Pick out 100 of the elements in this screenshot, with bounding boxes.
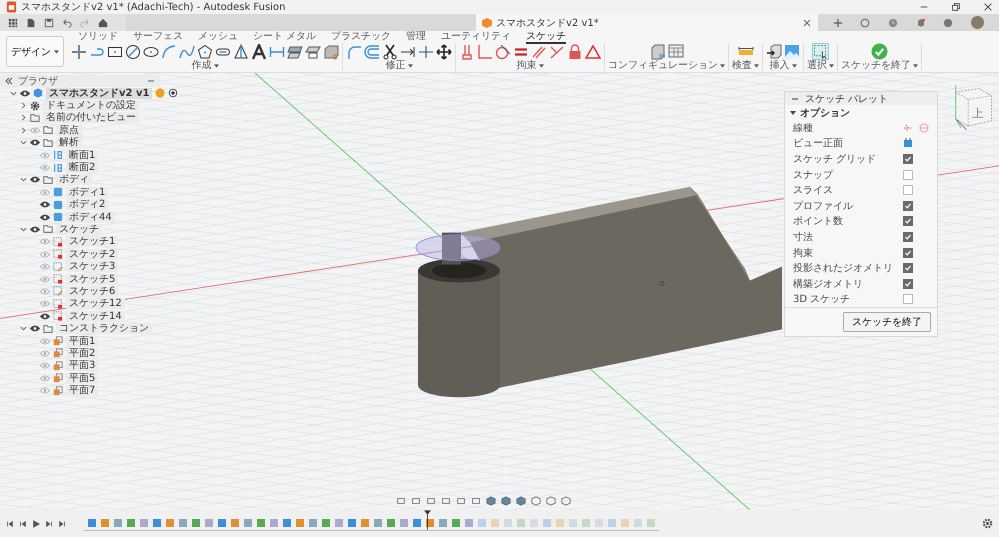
- toolbar-tab[interactable]: ソリッド: [78, 30, 118, 44]
- group-menu-button[interactable]: 修正: [386, 60, 412, 71]
- checkbox[interactable]: [903, 263, 913, 274]
- tree-item-label[interactable]: コンストラクション: [56, 323, 152, 334]
- group-menu-button[interactable]: 検査: [732, 60, 759, 71]
- box-icon[interactable]: [323, 44, 339, 60]
- pentagon-icon[interactable]: [197, 44, 213, 60]
- close-icon[interactable]: [802, 18, 812, 28]
- plane-icon[interactable]: [305, 44, 321, 60]
- document-tab-title[interactable]: スマホスタンドv2 v1*: [496, 16, 599, 30]
- grid-menu-icon[interactable]: [8, 18, 18, 28]
- box-arrow-icon[interactable]: [766, 44, 782, 60]
- chevron-right-icon[interactable]: [20, 114, 27, 122]
- eye-icon[interactable]: [40, 214, 50, 221]
- home-icon[interactable]: [98, 18, 108, 28]
- tree-item-label[interactable]: スケッチ14: [66, 310, 125, 322]
- group-menu-button[interactable]: 選択: [807, 60, 834, 71]
- toolbar-tab[interactable]: 管理: [406, 30, 426, 44]
- scissors-icon[interactable]: [382, 44, 398, 60]
- tree-item-label[interactable]: 断面2: [66, 162, 98, 174]
- plane-icon[interactable]: [287, 44, 303, 60]
- plus-icon[interactable]: [832, 18, 843, 28]
- chevron-down-icon[interactable]: [20, 226, 27, 233]
- file-icon[interactable]: [26, 18, 36, 28]
- eye-icon[interactable]: [30, 226, 40, 233]
- playback-icon[interactable]: [19, 520, 27, 528]
- tree-item-label[interactable]: 平面3: [66, 360, 98, 372]
- eye-icon[interactable]: [40, 312, 50, 320]
- move-icon[interactable]: [436, 44, 452, 60]
- tree-item-label[interactable]: スケッチ5: [66, 274, 118, 285]
- table-icon[interactable]: [668, 44, 684, 60]
- eye-icon[interactable]: [30, 176, 40, 184]
- tree-item-label[interactable]: 名前の付いたビュー: [43, 112, 139, 124]
- eye-icon[interactable]: [40, 201, 50, 208]
- checkbox[interactable]: [903, 294, 913, 304]
- eye-icon[interactable]: [30, 139, 40, 146]
- chevron-down-icon[interactable]: [20, 325, 27, 332]
- box-icon[interactable]: [650, 44, 666, 60]
- chevron-down-icon[interactable]: [20, 176, 27, 184]
- tree-item-label[interactable]: ボディ2: [66, 199, 108, 210]
- tree-item-label[interactable]: 解析: [56, 137, 82, 148]
- tree-item-label[interactable]: 平面5: [66, 372, 98, 384]
- checkbox[interactable]: [903, 200, 913, 211]
- checkbox[interactable]: [903, 232, 913, 242]
- toolbar-tab[interactable]: スケッチ: [526, 30, 566, 44]
- chevron-down-icon[interactable]: [10, 90, 17, 97]
- group-menu-button[interactable]: 作成: [192, 60, 218, 71]
- playback-icon[interactable]: [45, 520, 53, 528]
- eye-icon[interactable]: [20, 90, 30, 97]
- toolbar-tab[interactable]: ユーティリティ: [441, 30, 512, 44]
- fillet-icon[interactable]: [346, 44, 362, 60]
- triangle-down-icon[interactable]: [790, 110, 796, 116]
- tree-item-label[interactable]: スケッチ6: [66, 286, 118, 297]
- perpendicular-icon[interactable]: [477, 44, 493, 60]
- toolbar-tab[interactable]: メッシュ: [198, 30, 238, 44]
- model-drawing[interactable]: [416, 186, 782, 398]
- playback-icon[interactable]: [6, 520, 14, 528]
- triangle-icon[interactable]: [233, 44, 249, 60]
- break-icon[interactable]: [418, 44, 434, 60]
- checkbox[interactable]: [903, 170, 913, 180]
- radio-icon[interactable]: [168, 88, 178, 98]
- playback-icon[interactable]: [58, 520, 66, 528]
- tree-item-label[interactable]: 平面1: [66, 336, 98, 346]
- tree-item-label[interactable]: 原点: [56, 124, 82, 136]
- toolbar-tab[interactable]: サーフェス: [133, 30, 183, 44]
- tree-item-label[interactable]: スケッチ: [56, 224, 102, 235]
- tree-item-label[interactable]: スケッチ2: [66, 248, 118, 260]
- restore-icon[interactable]: [951, 2, 961, 12]
- checkbox[interactable]: [903, 278, 913, 289]
- group-menu-button[interactable]: コンフィギュレーション: [608, 60, 725, 71]
- settings-icon[interactable]: [982, 518, 993, 529]
- look-at-icon[interactable]: [903, 138, 913, 148]
- tree-item-label[interactable]: 断面1: [66, 150, 98, 161]
- tree-item-label[interactable]: 平面7: [66, 385, 98, 396]
- group-menu-button[interactable]: 挿入: [770, 60, 796, 71]
- group-menu-button[interactable]: スケッチを終了: [841, 60, 918, 71]
- workspace-dropdown[interactable]: デザイン: [6, 36, 64, 67]
- checkbox[interactable]: [903, 154, 913, 164]
- bell-icon[interactable]: [916, 18, 926, 28]
- undo-icon[interactable]: [62, 18, 72, 28]
- tree-item-label[interactable]: ボディ44: [66, 212, 115, 223]
- section-title[interactable]: オプション: [800, 106, 850, 120]
- tree-item-label[interactable]: ボディ: [56, 174, 92, 186]
- checkbox[interactable]: [903, 185, 913, 196]
- tree-item-label[interactable]: 平面2: [66, 348, 98, 359]
- checkbox[interactable]: [903, 216, 913, 226]
- check-circle-icon[interactable]: [871, 43, 888, 60]
- checkbox[interactable]: [903, 248, 913, 258]
- group-menu-button[interactable]: 拘束: [516, 60, 544, 71]
- eye-icon[interactable]: [30, 325, 40, 332]
- toolbar-tab[interactable]: プラスチック: [331, 30, 392, 44]
- tree-item-label[interactable]: スケッチ12: [66, 298, 125, 310]
- timeline-marker-icon[interactable]: [424, 510, 431, 530]
- close-icon[interactable]: [983, 2, 993, 12]
- tree-item-label[interactable]: スケッチ1: [66, 236, 118, 248]
- toolbar-tab[interactable]: シート メタル: [253, 30, 316, 44]
- chevron-down-icon[interactable]: [20, 139, 27, 146]
- tree-item-label[interactable]: スマホスタンドv2 v1: [46, 88, 152, 99]
- construction-line-icon[interactable]: [903, 122, 913, 133]
- document-tab[interactable]: スマホスタンドv2 v1*: [476, 14, 818, 31]
